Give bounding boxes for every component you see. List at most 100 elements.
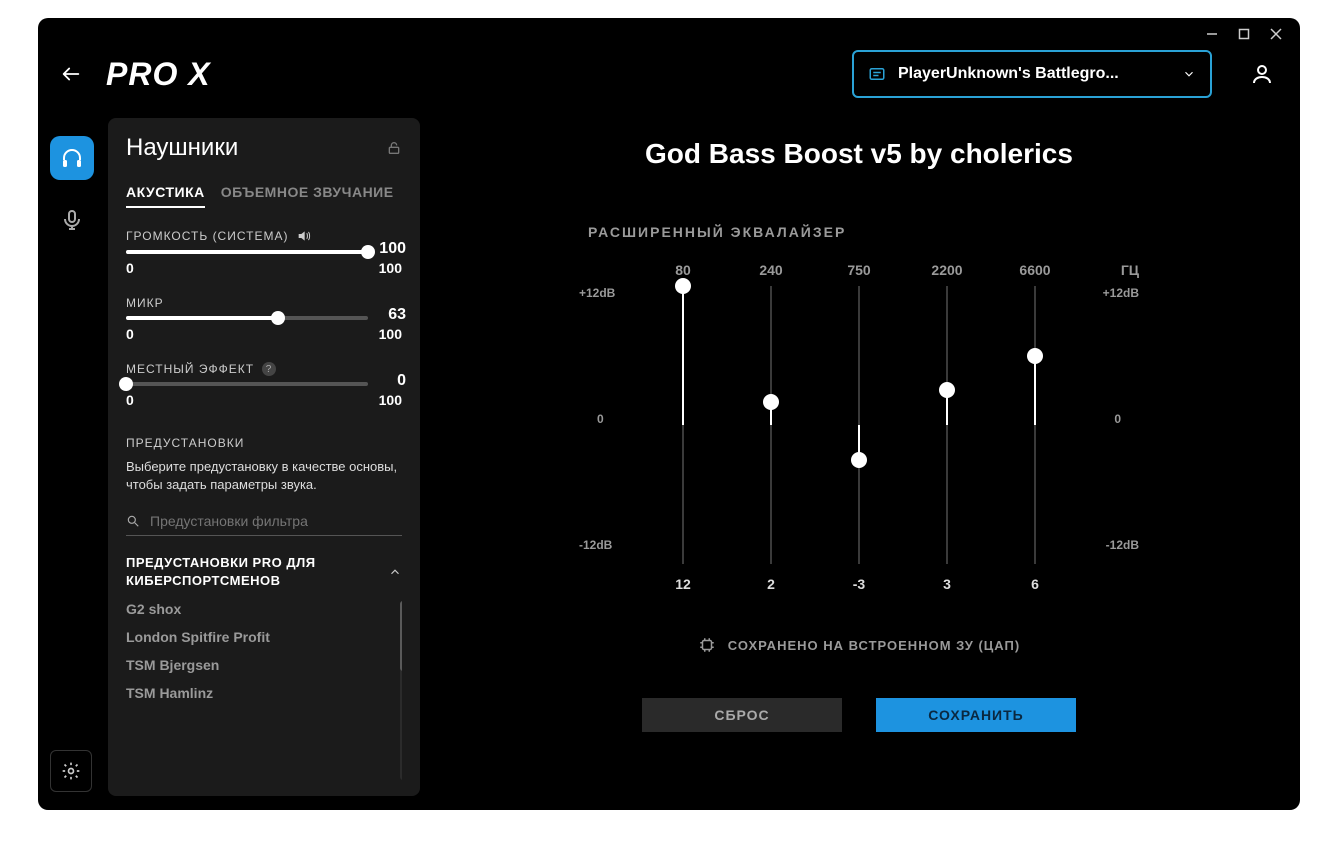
gear-icon xyxy=(61,761,81,781)
presets-hint: Выберите предустановку в качестве основы… xyxy=(126,458,402,493)
preset-search-input[interactable] xyxy=(150,513,402,529)
header: PRO X PlayerUnknown's Battlegro... xyxy=(56,50,1282,98)
db-top-right: +12dB xyxy=(1103,286,1139,300)
settings-button[interactable] xyxy=(50,750,92,792)
preset-item[interactable]: TSM Bjergsen xyxy=(126,657,402,673)
mic-value: 63 xyxy=(388,306,406,324)
eq-freq: 750 xyxy=(831,262,887,278)
equalizer: ГЦ +12dB +12dB 0 0 -12dB -12dB 80 240 75… xyxy=(579,262,1139,592)
reset-button[interactable]: СБРОС xyxy=(642,698,842,732)
lock-open-icon[interactable] xyxy=(386,140,402,156)
eq-band-knob[interactable] xyxy=(851,452,867,468)
app-window: PRO X PlayerUnknown's Battlegro... Наушн… xyxy=(38,18,1300,810)
eq-freq: 80 xyxy=(655,262,711,278)
db-bot-left: -12dB xyxy=(579,538,612,552)
speaker-icon xyxy=(296,228,312,244)
sidetone-min: 0 xyxy=(126,392,134,408)
back-button[interactable] xyxy=(56,59,86,89)
mic-label: МИКР xyxy=(126,296,402,310)
eq-freq: 2200 xyxy=(919,262,975,278)
stored-status: СОХРАНЕНО НА ВСТРОЕННОМ ЗУ (ЦАП) xyxy=(438,636,1280,654)
preset-item[interactable]: TSM Hamlinz xyxy=(126,685,402,701)
eq-band-slider[interactable] xyxy=(655,286,711,564)
user-icon xyxy=(1250,62,1274,86)
sidetone-max: 100 xyxy=(379,392,402,408)
eq-val-row: 12 2 -3 3 6 xyxy=(655,576,1063,592)
preset-scrollbar[interactable] xyxy=(400,601,402,780)
db-bot-right: -12dB xyxy=(1106,538,1139,552)
tab-acoustic[interactable]: АКУСТИКА xyxy=(126,184,205,208)
db-top-left: +12dB xyxy=(579,286,615,300)
profile-icon xyxy=(868,65,886,83)
sidetone-label: МЕСТНЫЙ ЭФФЕКТ ? xyxy=(126,362,402,376)
eq-bars xyxy=(655,286,1063,564)
eq-band-slider[interactable] xyxy=(1007,286,1063,564)
tab-surround[interactable]: ОБЪЕМНОЕ ЗВУЧАНИЕ xyxy=(221,184,394,208)
arrow-left-icon xyxy=(60,63,82,85)
chevron-down-icon xyxy=(1182,67,1196,81)
hz-label: ГЦ xyxy=(1121,262,1139,278)
db-mid-right: 0 xyxy=(1114,412,1121,426)
preset-item[interactable]: G2 shox xyxy=(126,601,402,617)
headphones-tab[interactable] xyxy=(50,136,94,180)
panel-tabs: АКУСТИКА ОБЪЕМНОЕ ЗВУЧАНИЕ xyxy=(126,184,402,208)
eq-band-knob[interactable] xyxy=(763,394,779,410)
window-controls xyxy=(1196,24,1292,44)
account-button[interactable] xyxy=(1242,54,1282,94)
eq-section-label: РАСШИРЕННЫЙ ЭКВАЛАЙЗЕР xyxy=(588,224,1280,240)
volume-max: 100 xyxy=(379,260,402,276)
panel-title: Наушники xyxy=(126,134,238,162)
preset-list: G2 shox London Spitfire Profit TSM Bjerg… xyxy=(126,601,402,780)
eq-band-slider[interactable] xyxy=(743,286,799,564)
stored-text: СОХРАНЕНО НА ВСТРОЕННОМ ЗУ (ЦАП) xyxy=(728,638,1020,653)
sidetone-slider[interactable]: 0 xyxy=(126,382,368,386)
mic-min: 0 xyxy=(126,326,134,342)
db-mid-left: 0 xyxy=(597,412,604,426)
microphone-icon xyxy=(60,208,84,232)
sidetone-value: 0 xyxy=(397,372,406,390)
reset-label: СБРОС xyxy=(714,707,769,723)
save-label: СОХРАНИТЬ xyxy=(928,707,1023,723)
eq-band-slider[interactable] xyxy=(831,286,887,564)
search-icon xyxy=(126,514,140,528)
volume-slider[interactable]: 100 xyxy=(126,250,368,254)
action-buttons: СБРОС СОХРАНИТЬ xyxy=(438,698,1280,732)
close-button[interactable] xyxy=(1260,24,1292,44)
eq-freq: 240 xyxy=(743,262,799,278)
eq-value: -3 xyxy=(831,576,887,592)
eq-value: 6 xyxy=(1007,576,1063,592)
headphones-icon xyxy=(60,146,84,170)
chevron-up-icon xyxy=(388,565,402,579)
eq-freq-row: 80 240 750 2200 6600 xyxy=(655,262,1063,278)
volume-label-text: ГРОМКОСТЬ (СИСТЕМА) xyxy=(126,229,288,243)
mic-max: 100 xyxy=(379,326,402,342)
mic-slider[interactable]: 63 xyxy=(126,316,368,320)
volume-value: 100 xyxy=(379,240,406,258)
device-rail xyxy=(50,136,94,242)
maximize-button[interactable] xyxy=(1228,24,1260,44)
main-content: God Bass Boost v5 by cholerics РАСШИРЕНН… xyxy=(438,138,1280,796)
help-icon[interactable]: ? xyxy=(262,362,276,376)
eq-value: 2 xyxy=(743,576,799,592)
sidetone-label-text: МЕСТНЫЙ ЭФФЕКТ xyxy=(126,362,254,376)
eq-band-slider[interactable] xyxy=(919,286,975,564)
eq-band-knob[interactable] xyxy=(675,278,691,294)
minimize-button[interactable] xyxy=(1196,24,1228,44)
volume-label: ГРОМКОСТЬ (СИСТЕМА) xyxy=(126,228,402,244)
eq-band-knob[interactable] xyxy=(939,382,955,398)
microphone-tab[interactable] xyxy=(50,198,94,242)
chip-icon xyxy=(698,636,716,654)
brand-logo: PRO X xyxy=(106,56,211,93)
preset-group-title: ПРЕДУСТАНОВКИ PRO ДЛЯ КИБЕРСПОРТСМЕНОВ xyxy=(126,554,356,589)
preset-group-header[interactable]: ПРЕДУСТАНОВКИ PRO ДЛЯ КИБЕРСПОРТСМЕНОВ xyxy=(126,554,402,589)
eq-freq: 6600 xyxy=(1007,262,1063,278)
preset-item[interactable]: London Spitfire Profit xyxy=(126,629,402,645)
volume-min: 0 xyxy=(126,260,134,276)
eq-title: God Bass Boost v5 by cholerics xyxy=(438,138,1280,170)
eq-band-knob[interactable] xyxy=(1027,348,1043,364)
save-button[interactable]: СОХРАНИТЬ xyxy=(876,698,1076,732)
profile-selector[interactable]: PlayerUnknown's Battlegro... xyxy=(852,50,1212,98)
sidebar-panel: Наушники АКУСТИКА ОБЪЕМНОЕ ЗВУЧАНИЕ ГРОМ… xyxy=(108,118,420,796)
preset-search[interactable] xyxy=(126,507,402,536)
eq-value: 12 xyxy=(655,576,711,592)
